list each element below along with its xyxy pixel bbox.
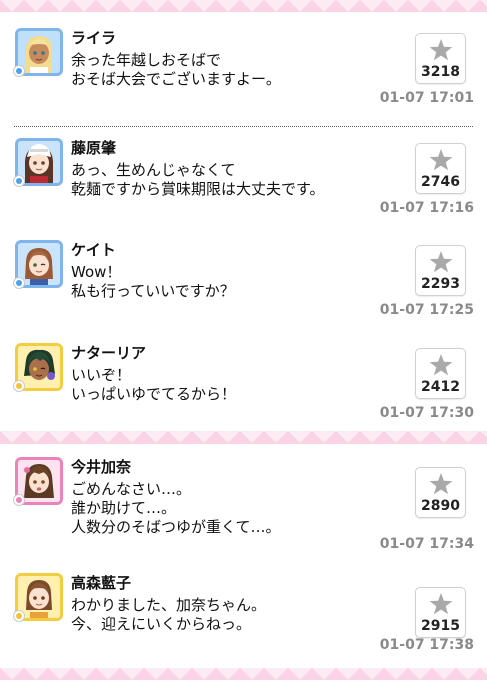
post-item: ナターリア いいぞ！ いっぱいゆでてるから！ 2412 01-07 17:30 <box>0 343 487 439</box>
post-item: 今井加奈 ごめんなさい…。 誰か助けて…。 人数分のそばつゆが重くて…。 289… <box>0 457 487 557</box>
cute-type-icon <box>13 494 25 506</box>
divider <box>14 126 473 127</box>
message-line: 余った年越しおそばで <box>71 51 222 69</box>
like-button[interactable]: 2293 <box>415 245 466 296</box>
message-text: わかりました、加奈ちゃん。 今、迎えにいくからねっ。 <box>71 596 266 634</box>
star-icon <box>429 149 453 171</box>
decorative-top-band <box>0 0 487 12</box>
post-item: 高森藍子 わかりました、加奈ちゃん。 今、迎えにいくからねっ。 2915 01-… <box>0 573 487 669</box>
poster-name[interactable]: ケイト <box>71 240 116 260</box>
message-line: 乾麺ですから賞味期限は大丈夫です。 <box>71 180 325 198</box>
like-button[interactable]: 2890 <box>415 467 466 518</box>
like-count: 3218 <box>421 64 460 80</box>
decorative-section-band <box>0 431 487 444</box>
message-line: いっぱいゆでてるから！ <box>71 385 237 403</box>
star-icon <box>429 354 453 376</box>
avatar-portrait <box>18 31 60 73</box>
avatar-portrait <box>18 346 60 388</box>
avatar-portrait <box>18 460 60 502</box>
like-count: 2915 <box>421 618 460 634</box>
message-line: あっ、生めんじゃなくて <box>71 161 236 179</box>
like-count: 2746 <box>421 174 460 190</box>
cool-type-icon <box>13 175 25 187</box>
timestamp: 01-07 17:25 <box>379 302 474 318</box>
post-item: ケイト Wow！ 私も行っていいですか？ 2293 01-07 17:25 <box>0 240 487 336</box>
passion-type-icon <box>13 610 25 622</box>
message-line: 今、迎えにいくからねっ。 <box>71 615 252 633</box>
star-icon <box>429 593 453 615</box>
poster-name[interactable]: 今井加奈 <box>71 457 131 477</box>
timestamp: 01-07 17:34 <box>379 536 474 552</box>
star-icon <box>429 39 453 61</box>
message-text: 余った年越しおそばで おそば大会でございますよー。 <box>71 51 281 89</box>
star-icon <box>429 251 453 273</box>
message-line: 人数分のそばつゆが重くて…。 <box>71 518 281 536</box>
message-line: Wow！ <box>71 263 122 281</box>
like-count: 2293 <box>421 276 460 292</box>
message-line: いいぞ！ <box>71 366 132 384</box>
message-text: ごめんなさい…。 誰か助けて…。 人数分のそばつゆが重くて…。 <box>71 480 281 537</box>
post-item: 藤原肇 あっ、生めんじゃなくて 乾麺ですから賞味期限は大丈夫です。 2746 0… <box>0 138 487 234</box>
message-line: 誰か助けて…。 <box>71 499 177 517</box>
star-icon <box>429 473 453 495</box>
avatar-portrait <box>18 576 60 618</box>
decorative-bottom-band <box>0 668 487 680</box>
cool-type-icon <box>13 65 25 77</box>
like-button[interactable]: 2746 <box>415 143 466 194</box>
message-text: Wow！ 私も行っていいですか？ <box>71 263 235 301</box>
poster-name[interactable]: ナターリア <box>71 343 146 363</box>
timestamp: 01-07 17:01 <box>379 90 474 106</box>
like-count: 2890 <box>421 498 460 514</box>
poster-name[interactable]: ライラ <box>71 28 116 48</box>
like-button[interactable]: 2915 <box>415 587 466 638</box>
message-line: わかりました、加奈ちゃん。 <box>71 596 267 614</box>
timestamp: 01-07 17:38 <box>379 637 474 653</box>
like-button[interactable]: 2412 <box>415 348 466 399</box>
avatar-portrait <box>18 141 60 183</box>
message-line: ごめんなさい…。 <box>71 480 192 498</box>
poster-name[interactable]: 高森藍子 <box>71 573 131 593</box>
avatar-portrait <box>18 243 60 285</box>
timestamp: 01-07 17:16 <box>379 200 474 216</box>
like-button[interactable]: 3218 <box>415 33 466 84</box>
timestamp: 01-07 17:30 <box>379 405 474 421</box>
cool-type-icon <box>13 277 25 289</box>
message-text: いいぞ！ いっぱいゆでてるから！ <box>71 366 236 404</box>
message-line: 私も行っていいですか？ <box>71 282 235 300</box>
message-line: おそば大会でございますよー。 <box>71 70 281 88</box>
like-count: 2412 <box>421 379 460 395</box>
poster-name[interactable]: 藤原肇 <box>71 138 116 158</box>
passion-type-icon <box>13 380 25 392</box>
message-text: あっ、生めんじゃなくて 乾麺ですから賞味期限は大丈夫です。 <box>71 161 325 199</box>
post-item: ライラ 余った年越しおそばで おそば大会でございますよー。 3218 01-07… <box>0 28 487 124</box>
